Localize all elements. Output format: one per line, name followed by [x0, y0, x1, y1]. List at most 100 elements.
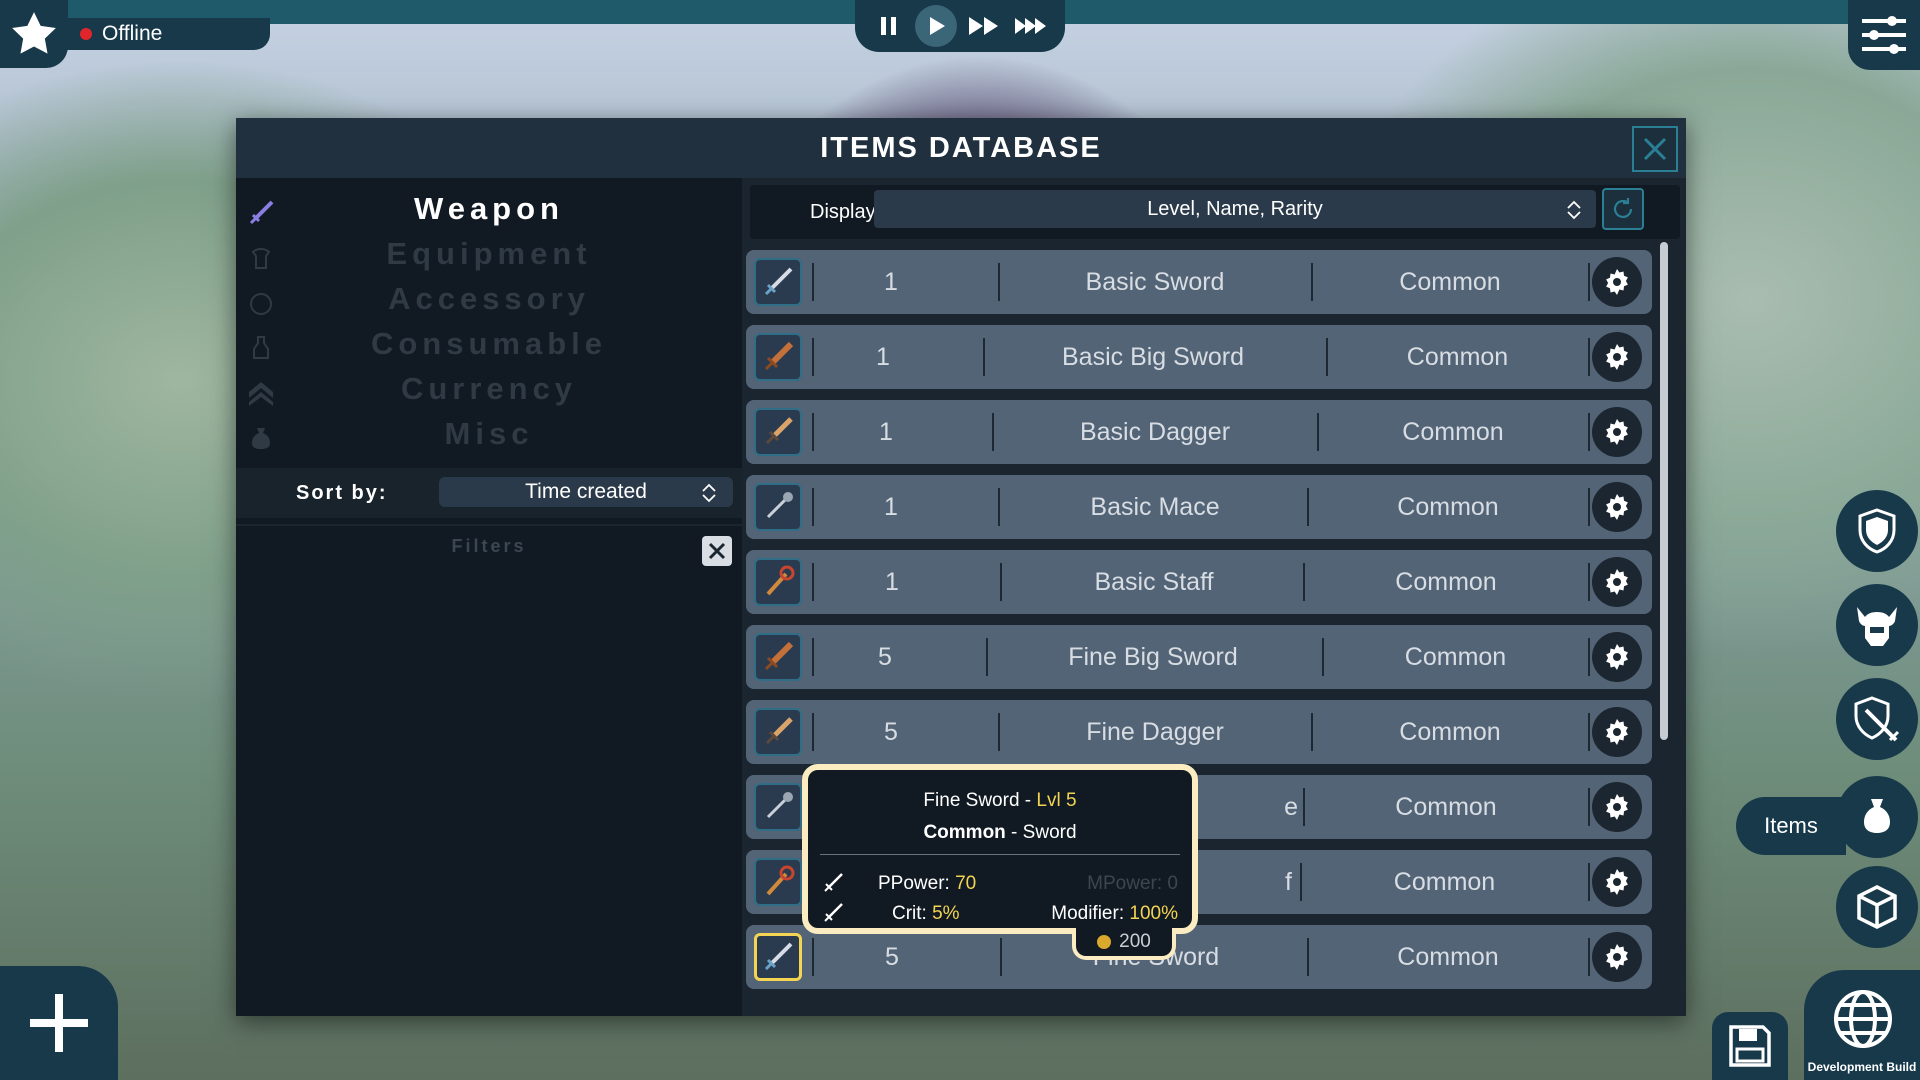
item-settings-button[interactable]	[1592, 707, 1642, 757]
display-row: Display: Level, Name, Rarity	[750, 185, 1680, 239]
column-divider	[1588, 488, 1590, 526]
item-row[interactable]: 5 Fine Sword Common	[746, 925, 1652, 989]
settings-button[interactable]	[1848, 0, 1920, 70]
items-menu-label[interactable]: Items	[1736, 797, 1846, 855]
category-consumable[interactable]: Consumable	[236, 321, 742, 366]
column-divider	[812, 938, 814, 976]
column-divider	[1000, 938, 1002, 976]
gear-icon	[1606, 644, 1628, 670]
item-settings-button[interactable]	[1592, 557, 1642, 607]
column-divider	[1300, 863, 1302, 901]
column-divider	[992, 413, 994, 451]
item-name: Basic Staff	[1094, 568, 1214, 596]
connection-status: Offline	[60, 18, 270, 50]
items-menu-button[interactable]	[1836, 776, 1918, 858]
item-name: Fine Dagger	[1086, 718, 1224, 746]
category-list: Weapon Equipment Accessory Consumable Cu…	[236, 186, 742, 456]
shield-sword-menu-button[interactable]	[1836, 678, 1918, 760]
shield-sword-icon	[1854, 696, 1900, 742]
tooltip-mpower: MPower: 0	[1087, 873, 1178, 895]
column-divider	[1588, 338, 1590, 376]
helmet-icon	[1857, 607, 1897, 646]
item-rarity: Common	[1395, 793, 1497, 821]
add-button[interactable]	[0, 966, 118, 1080]
helmet-menu-button[interactable]	[1836, 584, 1918, 666]
item-row[interactable]: 1 Basic Mace Common	[746, 475, 1652, 539]
modifier-value: 100%	[1129, 903, 1178, 924]
item-row[interactable]: 1 Basic Dagger Common	[746, 400, 1652, 464]
category-equipment[interactable]: Equipment	[236, 231, 742, 276]
item-settings-button[interactable]	[1592, 782, 1642, 832]
sword-icon	[824, 903, 843, 922]
modifier-label: Modifier:	[1051, 903, 1125, 924]
sliders-icon	[1862, 16, 1906, 54]
fastest-forward-icon	[1015, 18, 1047, 34]
item-settings-button[interactable]	[1592, 257, 1642, 307]
favorite-button[interactable]	[0, 0, 68, 68]
item-settings-button[interactable]	[1592, 482, 1642, 532]
category-misc[interactable]: Misc	[236, 411, 742, 456]
category-sidebar: Weapon Equipment Accessory Consumable Cu…	[236, 178, 742, 1016]
play-icon	[930, 17, 946, 35]
shield-menu-button[interactable]	[1836, 490, 1918, 572]
fast-forward-icon	[968, 17, 998, 35]
item-rarity: Common	[1395, 568, 1497, 596]
item-settings-button[interactable]	[1592, 632, 1642, 682]
sword-icon	[754, 258, 802, 306]
column-divider	[1303, 788, 1305, 826]
big-sword-icon	[754, 333, 802, 381]
column-divider	[1326, 338, 1328, 376]
item-row[interactable]: 1 Basic Big Sword Common	[746, 325, 1652, 389]
item-rarity: Common	[1399, 718, 1501, 746]
column-divider	[998, 263, 1000, 301]
mpower-label: MPower:	[1087, 873, 1163, 894]
item-row[interactable]: 1 Basic Sword Common	[746, 250, 1652, 314]
item-row[interactable]: 1 Basic Staff Common	[746, 550, 1652, 614]
pause-button[interactable]	[868, 5, 910, 47]
sort-label: Sort by:	[296, 481, 388, 504]
item-settings-button[interactable]	[1592, 407, 1642, 457]
display-dropdown[interactable]: Level, Name, Rarity	[874, 190, 1596, 228]
crit-label: Crit:	[892, 903, 927, 924]
refresh-button[interactable]	[1602, 188, 1644, 230]
close-button[interactable]	[1632, 126, 1678, 172]
item-row[interactable]: 5 Fine Dagger Common	[746, 700, 1652, 764]
category-accessory[interactable]: Accessory	[236, 276, 742, 321]
item-settings-button[interactable]	[1592, 857, 1642, 907]
column-divider	[1322, 638, 1324, 676]
pause-icon	[880, 17, 896, 35]
save-icon	[1729, 1025, 1771, 1067]
item-settings-button[interactable]	[1592, 332, 1642, 382]
category-currency[interactable]: Currency	[236, 366, 742, 411]
fastest-forward-button[interactable]	[1010, 5, 1052, 47]
item-level: 1	[885, 568, 899, 596]
sort-dropdown[interactable]: Time created	[439, 477, 733, 507]
development-build-button[interactable]: Development Build	[1804, 970, 1920, 1080]
ppower-label: PPower:	[878, 873, 950, 894]
clear-filters-button[interactable]	[702, 536, 732, 566]
mace-icon	[754, 483, 802, 531]
globe-icon	[1834, 990, 1892, 1048]
category-weapon[interactable]: Weapon	[236, 186, 742, 231]
column-divider	[1588, 863, 1590, 901]
dagger-icon	[754, 408, 802, 456]
item-row[interactable]: 5 Fine Big Sword Common	[746, 625, 1652, 689]
status-label: Offline	[102, 22, 163, 45]
play-button[interactable]	[915, 5, 958, 47]
item-level: 1	[884, 268, 898, 296]
cube-menu-button[interactable]	[1836, 866, 1918, 948]
items-scrollbar[interactable]	[1660, 242, 1668, 740]
fast-forward-button[interactable]	[963, 5, 1005, 47]
staff-icon	[754, 558, 802, 606]
item-level: 5	[878, 643, 892, 671]
star-icon	[12, 12, 56, 54]
column-divider	[1311, 263, 1313, 301]
item-rarity: Common	[1406, 343, 1509, 371]
updown-arrows-icon	[1567, 200, 1581, 220]
save-button[interactable]	[1712, 1012, 1788, 1080]
item-settings-button[interactable]	[1592, 932, 1642, 982]
item-name: Basic Big Sword	[1061, 343, 1245, 371]
tooltip-subtitle: Common - Sword	[808, 822, 1192, 844]
development-build-label: Development Build	[1807, 1060, 1917, 1074]
playback-controls	[855, 0, 1065, 52]
